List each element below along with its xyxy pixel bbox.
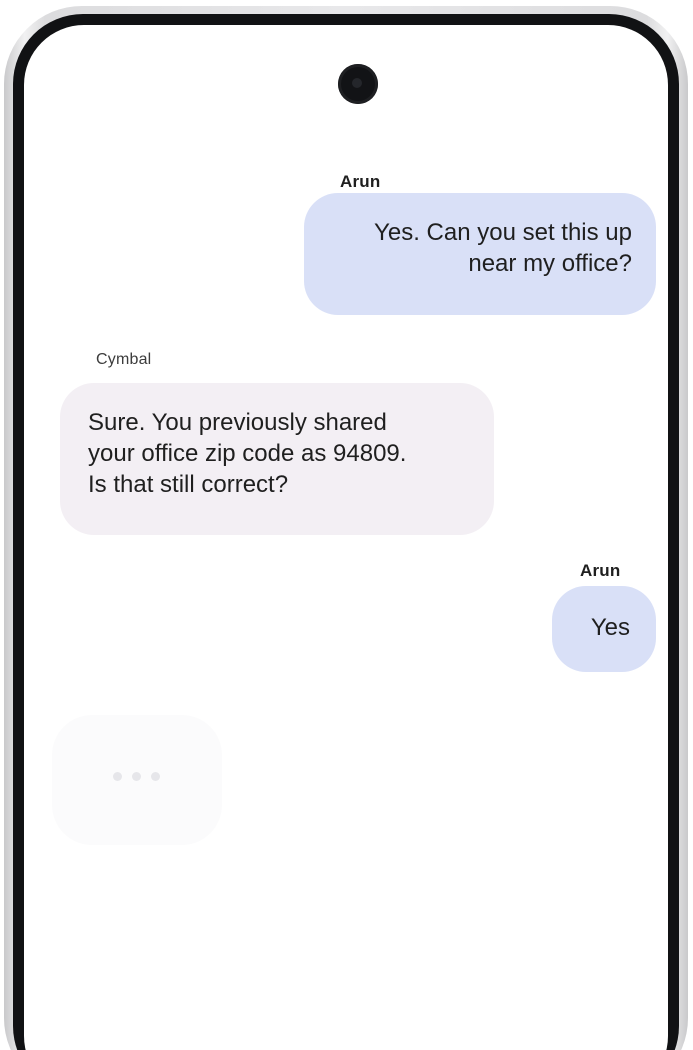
bot-message-bubble[interactable]: Sure. You previously shared your office … [60, 383, 494, 535]
phone-bezel: Arun Yes. Can you set this up near my of… [13, 14, 679, 1050]
phone-mockup: Arun Yes. Can you set this up near my of… [0, 0, 693, 1050]
message-text-line: near my office? [468, 250, 632, 277]
typing-dot [132, 772, 141, 781]
typing-dot [113, 772, 122, 781]
message-text-line: Sure. You previously shared [88, 409, 387, 436]
message-text-line: Yes [590, 614, 630, 641]
phone-frame: Arun Yes. Can you set this up near my of… [4, 6, 688, 1050]
chat-screen[interactable]: Arun Yes. Can you set this up near my of… [24, 25, 668, 1050]
message-text-line: your office zip code as 94809. [88, 440, 407, 467]
typing-indicator [52, 715, 222, 845]
message-text-line: Is that still correct? [88, 471, 289, 498]
front-camera-icon [338, 64, 378, 104]
message-text-line: Yes. Can you set this up [374, 219, 632, 246]
message-sender-bot: Cymbal [96, 351, 152, 368]
typing-dot [151, 772, 160, 781]
message-sender-user: Arun [580, 561, 621, 580]
user-message-bubble[interactable]: Yes [552, 586, 656, 672]
message-sender-user: Arun [340, 172, 381, 191]
user-message-bubble[interactable]: Yes. Can you set this up near my office? [304, 193, 656, 315]
